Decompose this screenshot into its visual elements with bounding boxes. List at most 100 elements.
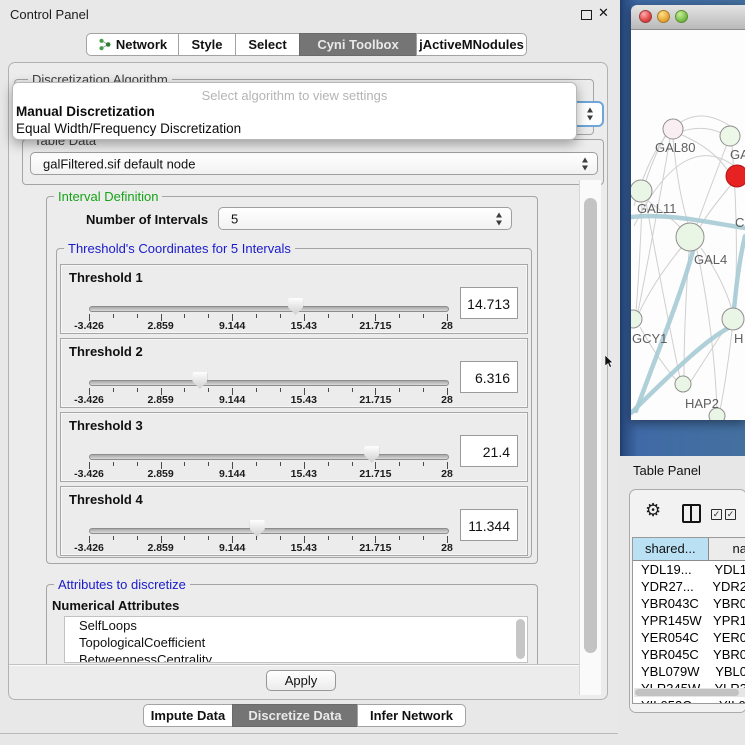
- tick-label: -3.426: [59, 394, 119, 406]
- network-edge-highlighted[interactable]: [734, 236, 745, 309]
- tab-select[interactable]: Select: [235, 33, 300, 56]
- table-hscrollbar-thumb[interactable]: [635, 689, 739, 696]
- column-header-shared-name[interactable]: shared...: [633, 538, 709, 561]
- close-traffic-light-icon[interactable]: [639, 10, 652, 23]
- cell-shared-name[interactable]: YDR27...: [633, 578, 703, 595]
- cell-name[interactable]: YBR0: [704, 595, 745, 612]
- cell-shared-name[interactable]: YBR045C: [633, 646, 704, 663]
- tab-network[interactable]: Network: [86, 33, 179, 56]
- network-node[interactable]: [675, 376, 691, 392]
- network-node[interactable]: [722, 308, 744, 330]
- slider-track[interactable]: [89, 454, 449, 460]
- cell-name[interactable]: YDR2: [703, 578, 745, 595]
- network-window-titlebar[interactable]: [631, 5, 745, 30]
- slider-thumb[interactable]: [364, 446, 379, 463]
- cell-shared-name[interactable]: YBL079W: [633, 663, 706, 680]
- table-row[interactable]: YER054CYER0: [633, 629, 745, 646]
- checkbox-icon[interactable]: ✓: [725, 509, 736, 520]
- tab-style[interactable]: Style: [178, 33, 236, 56]
- cell-name[interactable]: YBR0: [704, 646, 745, 663]
- tab-discretize-data[interactable]: Discretize Data: [232, 704, 358, 727]
- cell-shared-name[interactable]: YPR145W: [633, 612, 704, 629]
- popup-item-equal-width[interactable]: Equal Width/Frequency Discretization: [16, 121, 241, 136]
- network-node-label: GAL80: [655, 140, 695, 155]
- network-edge[interactable]: [720, 331, 732, 410]
- slider-thumb[interactable]: [192, 372, 207, 389]
- table-data-combo[interactable]: galFiltered.sif default node: [30, 152, 598, 175]
- minor-tick: [137, 536, 138, 540]
- numerical-attributes-list[interactable]: SelfLoopsTopologicalCoefficientBetweenne…: [64, 616, 528, 663]
- network-node[interactable]: [631, 310, 642, 328]
- column-header-name[interactable]: na: [709, 538, 745, 561]
- network-edge[interactable]: [697, 250, 717, 410]
- split-columns-icon[interactable]: [682, 504, 701, 523]
- table-row[interactable]: YDR27...YDR2: [633, 578, 745, 595]
- panel-scrollbar-thumb[interactable]: [584, 198, 597, 653]
- network-node[interactable]: [663, 119, 683, 139]
- threshold-value-field[interactable]: 21.4: [460, 435, 518, 467]
- close-icon[interactable]: ✕: [598, 5, 609, 21]
- cell-name[interactable]: YPR1: [704, 612, 745, 629]
- table-row[interactable]: YPR145WYPR1: [633, 612, 745, 629]
- cell-name[interactable]: YIL0: [710, 697, 745, 704]
- panel-scrollbar-track[interactable]: [579, 180, 601, 695]
- cell-shared-name[interactable]: YDL19...: [633, 561, 705, 578]
- network-node[interactable]: [631, 180, 652, 202]
- network-node[interactable]: [726, 165, 745, 187]
- tab-infer-network[interactable]: Infer Network: [357, 704, 466, 727]
- cell-name[interactable]: YBL0: [706, 663, 745, 680]
- table-row[interactable]: YBL079WYBL0: [633, 663, 745, 680]
- number-of-intervals-combo[interactable]: 5: [218, 207, 512, 230]
- tick-label: 9.144: [202, 394, 262, 406]
- slider-track[interactable]: [89, 528, 449, 534]
- network-canvas[interactable]: GAL80GAGAL11CGAL4GCY1HHAP2: [631, 30, 745, 420]
- minor-tick: [352, 388, 353, 392]
- table-row[interactable]: YBR045CYBR0: [633, 646, 745, 663]
- zoom-traffic-light-icon[interactable]: [675, 10, 688, 23]
- popup-item-manual-discretization[interactable]: Manual Discretization: [16, 104, 155, 119]
- threshold-value-field[interactable]: 6.316: [460, 361, 518, 393]
- cell-shared-name[interactable]: YBR043C: [633, 595, 704, 612]
- tab-label: Impute Data: [151, 708, 225, 723]
- minor-tick: [137, 388, 138, 392]
- minor-tick: [423, 462, 424, 466]
- cell-name[interactable]: YDL1: [705, 561, 745, 578]
- table-row[interactable]: YDL19...YDL1: [633, 561, 745, 578]
- minimize-traffic-light-icon[interactable]: [657, 10, 670, 23]
- gear-icon[interactable]: ⚙: [645, 500, 661, 521]
- attribute-list-item[interactable]: SelfLoops: [65, 617, 527, 634]
- slider-thumb[interactable]: [250, 520, 265, 537]
- slider-track[interactable]: [89, 380, 449, 386]
- slider-tick-labels: -3.4262.8599.14415.4321.71528: [89, 468, 447, 481]
- minor-tick: [328, 462, 329, 466]
- threshold-value-field[interactable]: 11.344: [460, 509, 518, 541]
- tab-cyni-toolbox[interactable]: Cyni Toolbox: [299, 33, 417, 56]
- cell-shared-name[interactable]: YER054C: [633, 629, 704, 646]
- apply-button[interactable]: Apply: [266, 670, 336, 691]
- checkbox-icon[interactable]: ✓: [711, 509, 722, 520]
- slider-tick-labels: -3.4262.8599.14415.4321.71528: [89, 394, 447, 407]
- table-row[interactable]: YBR043CYBR0: [633, 595, 745, 612]
- stepper-icon: [587, 108, 594, 121]
- minor-tick: [113, 388, 114, 392]
- cell-shared-name[interactable]: YIL052C: [633, 697, 710, 704]
- tab-jactivemnodules[interactable]: jActiveMNodules: [416, 33, 527, 56]
- attribute-list-item[interactable]: TopologicalCoefficient: [65, 634, 527, 651]
- attribute-list-item[interactable]: BetweennessCentrality: [65, 651, 527, 663]
- network-edge[interactable]: [683, 128, 721, 133]
- float-window-icon[interactable]: [581, 10, 592, 20]
- list-scrollbar-thumb[interactable]: [516, 619, 525, 659]
- network-node[interactable]: [720, 126, 740, 146]
- tab-label: Style: [191, 37, 222, 52]
- minor-tick: [280, 536, 281, 540]
- slider-track[interactable]: [89, 306, 449, 312]
- threshold-value-field[interactable]: 14.713: [460, 287, 518, 319]
- tab-impute-data[interactable]: Impute Data: [143, 704, 233, 727]
- table-hscrollbar[interactable]: [634, 688, 745, 697]
- network-node[interactable]: [676, 223, 704, 251]
- app-root: Control Panel ✕ Network Style Select Cyn…: [0, 0, 745, 745]
- tick-label: 15.43: [274, 542, 334, 554]
- slider-thumb[interactable]: [288, 298, 303, 315]
- cell-name[interactable]: YER0: [704, 629, 745, 646]
- table-row[interactable]: YIL052CYIL0: [633, 697, 745, 704]
